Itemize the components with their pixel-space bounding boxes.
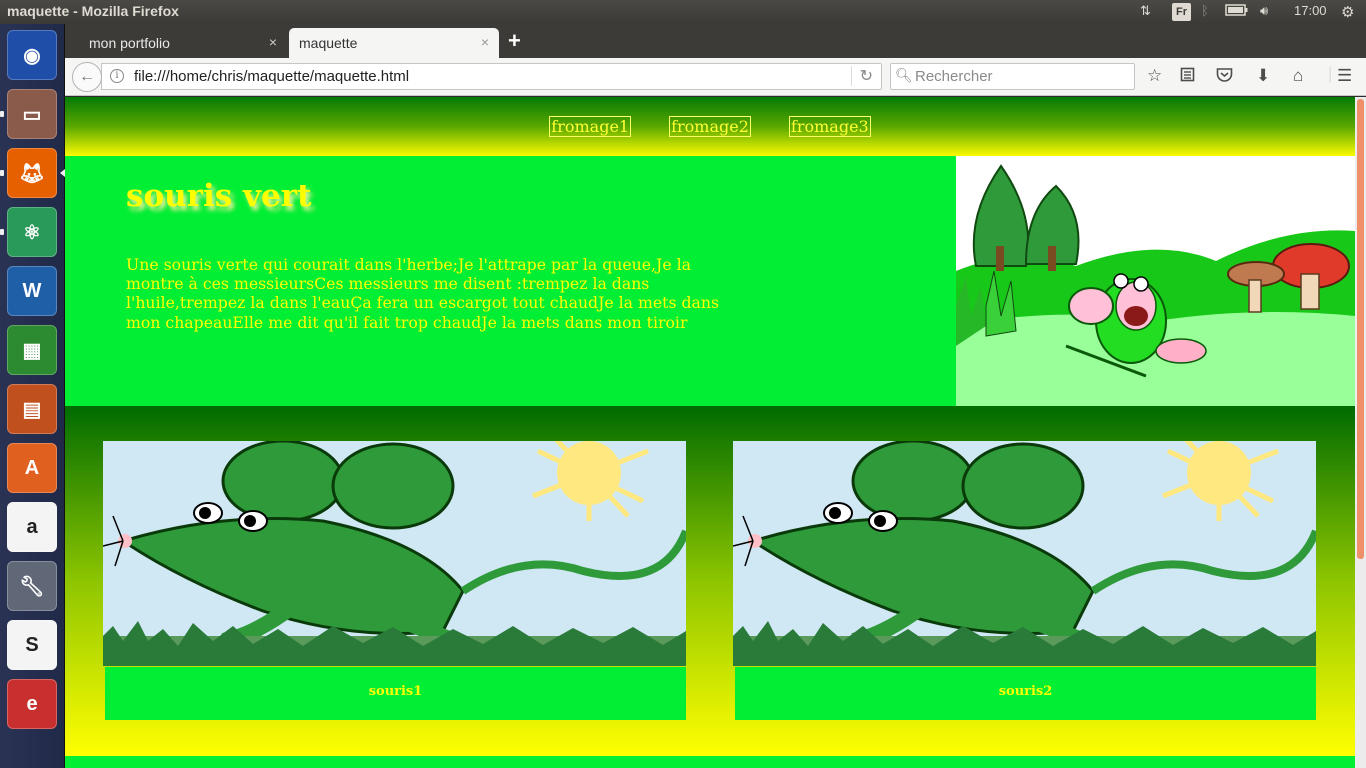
firefox-icon[interactable]: 🦊︎ bbox=[7, 148, 57, 198]
tab-strip: mon portfolio × maquette × + bbox=[65, 24, 1366, 58]
gallery-section: souris1 souris2 bbox=[65, 406, 1355, 756]
scrollbar-thumb[interactable] bbox=[1357, 99, 1364, 559]
navigation-toolbar: i file:///home/chris/maquette/maquette.h… bbox=[65, 58, 1366, 96]
home-icon[interactable]: ⌂ bbox=[1293, 66, 1303, 86]
running-indicator bbox=[0, 111, 4, 117]
nav-link-fromage1[interactable]: fromage1 bbox=[549, 116, 632, 137]
running-indicator bbox=[0, 170, 4, 176]
unity-launcher: ◉ ▭ 🦊︎ ⚛ W ▦ ▤ Aa 🔧︎ Se bbox=[0, 24, 65, 768]
downloads-icon[interactable]: ⬇ bbox=[1256, 66, 1270, 86]
back-button[interactable]: ← bbox=[72, 62, 102, 92]
web-page: fromage1 fromage2 fromage3 souris vert Une… bbox=[65, 97, 1355, 768]
impress-icon[interactable]: ▤ bbox=[7, 384, 57, 434]
pocket-icon[interactable] bbox=[1216, 67, 1233, 87]
slack-icon[interactable]: S bbox=[7, 620, 57, 670]
volume-icon[interactable]: 🔊︎ bbox=[1260, 3, 1268, 19]
evince-icon[interactable]: e bbox=[7, 679, 57, 729]
tab-maquette[interactable]: maquette × bbox=[289, 28, 499, 58]
hero-title: souris vert bbox=[126, 178, 312, 214]
atom-icon[interactable]: ⚛ bbox=[7, 207, 57, 257]
settings-gear-icon[interactable]: ⚙ bbox=[1341, 3, 1354, 21]
search-input[interactable]: Rechercher bbox=[915, 68, 993, 85]
url-text[interactable]: file:///home/chris/maquette/maquette.htm… bbox=[134, 68, 409, 85]
back-arrow-icon: ← bbox=[79, 68, 95, 85]
clock[interactable]: 17:00 bbox=[1294, 3, 1327, 18]
toolbar-separator: | bbox=[1328, 64, 1333, 83]
software-center-icon[interactable]: A bbox=[7, 443, 57, 493]
hero-cartoon-mouse-image bbox=[956, 156, 1355, 406]
site-info-icon[interactable]: i bbox=[110, 69, 124, 83]
search-bar[interactable]: 🔍︎ Rechercher bbox=[890, 63, 1135, 90]
system-top-panel: maquette - Mozilla Firefox ⇅ Fr ᛒ 🔊︎ 17:… bbox=[0, 0, 1366, 24]
battery-icon[interactable] bbox=[1225, 3, 1249, 20]
reload-icon[interactable]: ↻ bbox=[850, 66, 873, 86]
gallery-card: souris1 bbox=[103, 441, 686, 720]
bookmark-star-icon[interactable]: ☆ bbox=[1147, 66, 1162, 86]
ubuntu-dash-icon[interactable]: ◉ bbox=[7, 30, 57, 80]
search-icon: 🔍︎ bbox=[895, 67, 913, 83]
window-title: maquette - Mozilla Firefox bbox=[7, 3, 179, 19]
tab-label: mon portfolio bbox=[89, 35, 170, 51]
network-transfer-icon[interactable]: ⇅ bbox=[1140, 3, 1151, 19]
nav-link-fromage3[interactable]: fromage3 bbox=[788, 116, 871, 137]
url-bar[interactable]: i file:///home/chris/maquette/maquette.h… bbox=[101, 63, 882, 90]
files-icon[interactable]: ▭ bbox=[7, 89, 57, 139]
page-footer bbox=[65, 756, 1355, 768]
running-indicator bbox=[0, 229, 4, 235]
tab-close-icon[interactable]: × bbox=[481, 34, 489, 50]
bluetooth-icon[interactable]: ᛒ bbox=[1201, 3, 1209, 18]
menu-hamburger-icon[interactable]: ☰ bbox=[1337, 66, 1352, 86]
mouse-illustration-image bbox=[733, 441, 1316, 666]
hero-section: souris vert Une souris verte qui courait… bbox=[65, 156, 956, 406]
tab-label: maquette bbox=[299, 35, 358, 51]
gallery-caption: souris1 bbox=[105, 667, 686, 720]
hero-paragraph: Une souris verte qui courait dans l'herb… bbox=[126, 255, 720, 332]
mouse-illustration-image bbox=[103, 441, 686, 666]
calc-icon[interactable]: ▦ bbox=[7, 325, 57, 375]
tab-mon-portfolio[interactable]: mon portfolio × bbox=[65, 28, 287, 58]
writer-icon[interactable]: W bbox=[7, 266, 57, 316]
page-nav: fromage1 fromage2 fromage3 bbox=[65, 116, 1355, 137]
amazon-icon[interactable]: a bbox=[7, 502, 57, 552]
page-scrollbar[interactable] bbox=[1355, 97, 1366, 768]
gallery-card: souris2 bbox=[733, 441, 1316, 720]
tab-close-icon[interactable]: × bbox=[269, 34, 277, 50]
reading-list-icon[interactable] bbox=[1180, 67, 1195, 87]
gallery-caption: souris2 bbox=[735, 667, 1316, 720]
new-tab-button[interactable]: + bbox=[508, 28, 521, 54]
keyboard-layout-indicator[interactable]: Fr bbox=[1172, 3, 1191, 21]
page-header: fromage1 fromage2 fromage3 bbox=[65, 97, 1355, 156]
system-settings-icon[interactable]: 🔧︎ bbox=[7, 561, 57, 611]
nav-link-fromage2[interactable]: fromage2 bbox=[669, 116, 751, 137]
